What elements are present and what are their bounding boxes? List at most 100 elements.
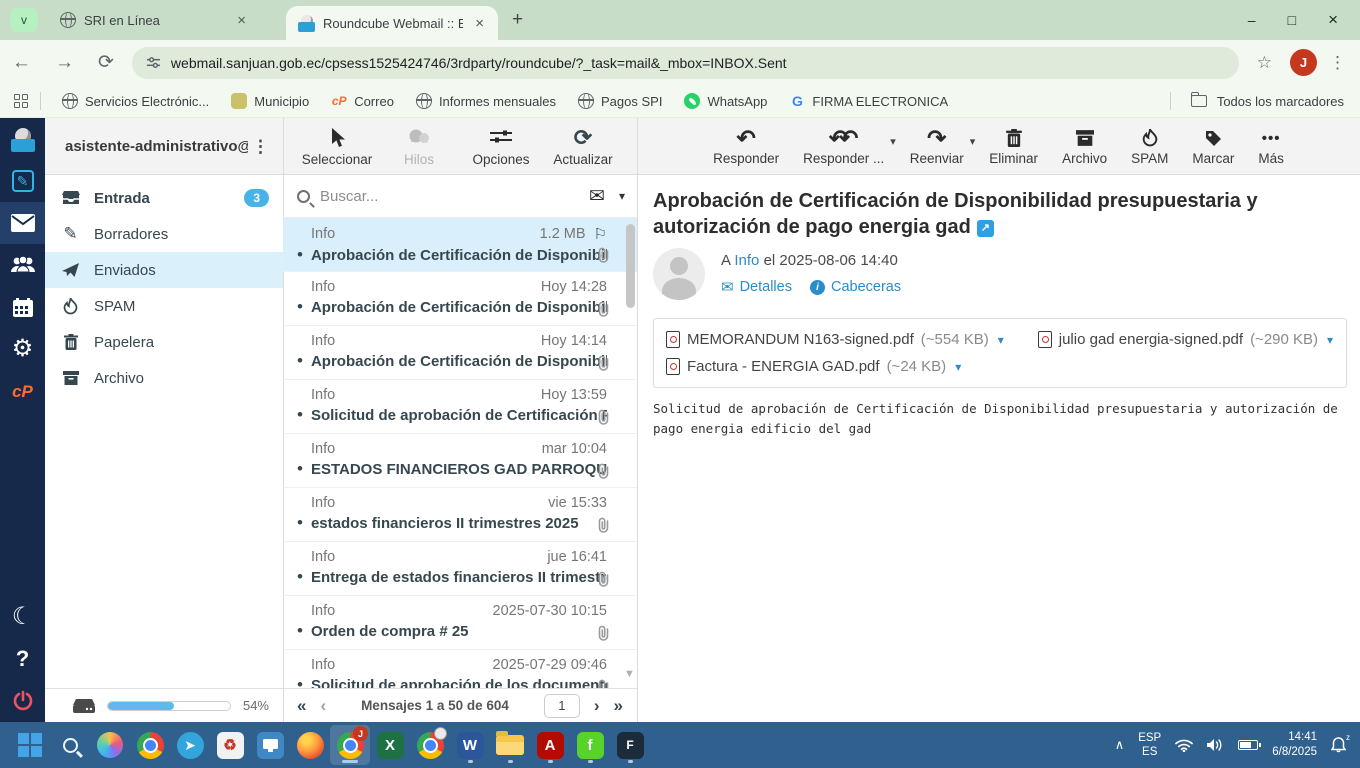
battery-icon[interactable] bbox=[1238, 740, 1262, 750]
chrome-profile-2-button[interactable] bbox=[410, 725, 450, 765]
apps-grid-icon[interactable] bbox=[14, 94, 28, 108]
message-row[interactable]: Info 2025-07-30 10:15 • Orden de compra # … bbox=[283, 596, 637, 650]
window-close-button[interactable]: × bbox=[1328, 10, 1338, 30]
bookmark-pagos-spi[interactable]: Pagos SPI bbox=[567, 93, 673, 109]
attachment-menu-caret-icon[interactable]: ▾ bbox=[998, 333, 1004, 347]
bookmark-correo[interactable]: cP Correo bbox=[320, 93, 405, 109]
taskbar-search-button[interactable] bbox=[50, 725, 90, 765]
bookmark-whatsapp[interactable]: WhatsApp bbox=[673, 93, 778, 109]
refresh-button[interactable]: ⟳ Actualizar bbox=[547, 125, 619, 167]
word-button[interactable]: W bbox=[450, 725, 490, 765]
excel-button[interactable]: X bbox=[370, 725, 410, 765]
folder-archivo[interactable]: Archivo bbox=[45, 360, 283, 396]
facturero-button[interactable]: f bbox=[570, 725, 610, 765]
notification-bell-icon[interactable]: z bbox=[1331, 733, 1350, 753]
folder-spam[interactable]: SPAM bbox=[45, 288, 283, 324]
message-row[interactable]: Info Hoy 14:14 • Aprobación de Certificaci… bbox=[283, 326, 637, 380]
tab-close-icon[interactable]: × bbox=[233, 12, 250, 29]
attachment-menu-caret-icon[interactable]: ▾ bbox=[955, 360, 961, 374]
message-row[interactable]: Info Hoy 14:28 • Aprobación de Certificaci… bbox=[283, 272, 637, 326]
spam-button[interactable]: SPAM bbox=[1121, 126, 1178, 166]
bookmark-servicios[interactable]: Servicios Electrónic... bbox=[51, 93, 220, 109]
bookmark-municipio[interactable]: Municipio bbox=[220, 93, 320, 109]
folder-enviados[interactable]: Enviados bbox=[45, 252, 283, 288]
message-row[interactable]: Info vie 15:33 • estados financieros II tr… bbox=[283, 488, 637, 542]
volume-icon[interactable] bbox=[1207, 738, 1224, 752]
address-bar[interactable]: webmail.sanjuan.gob.ec/cpsess1525424746/… bbox=[131, 46, 1239, 79]
tab-search-button[interactable]: v bbox=[10, 8, 38, 32]
window-minimize-button[interactable]: – bbox=[1248, 12, 1256, 28]
logout-button[interactable] bbox=[0, 680, 45, 722]
search-options-chevron-icon[interactable]: ▾ bbox=[619, 189, 625, 203]
forward-caret-icon[interactable]: ▾ bbox=[970, 135, 976, 148]
cpanel-button[interactable]: cP bbox=[0, 370, 45, 412]
forward-button[interactable]: ↷ Reenviar bbox=[900, 125, 974, 167]
chrome-button[interactable] bbox=[130, 725, 170, 765]
back-button[interactable]: ← bbox=[0, 52, 43, 74]
clock[interactable]: 14:41 6/8/2025 bbox=[1272, 730, 1317, 760]
attachment-name[interactable]: julio gad energia-signed.pdf bbox=[1059, 331, 1243, 348]
details-toggle[interactable]: ✉ Detalles bbox=[721, 278, 792, 296]
archive-button[interactable]: Archivo bbox=[1052, 126, 1117, 166]
forward-button[interactable]: → bbox=[43, 52, 86, 74]
search-input[interactable] bbox=[320, 187, 580, 205]
attachment-name[interactable]: MEMORANDUM N163-signed.pdf bbox=[687, 331, 914, 348]
calendar-nav-button[interactable] bbox=[0, 286, 45, 328]
bookmark-star-icon[interactable]: ☆ bbox=[1247, 53, 1282, 73]
select-button[interactable]: Seleccionar bbox=[301, 126, 373, 167]
reply-all-caret-icon[interactable]: ▾ bbox=[890, 135, 896, 148]
recipient-link[interactable]: Info bbox=[734, 252, 759, 269]
mark-button[interactable]: Marcar bbox=[1182, 126, 1244, 166]
page-number-input[interactable] bbox=[543, 693, 580, 718]
open-in-new-window-icon[interactable]: ↗ bbox=[976, 219, 994, 237]
message-row[interactable]: Info Hoy 13:59 • Solicitud de aprobación d… bbox=[283, 380, 637, 434]
account-menu-icon[interactable]: ⋮ bbox=[248, 135, 273, 159]
window-maximize-button[interactable]: □ bbox=[1288, 12, 1296, 28]
tray-expand-chevron-icon[interactable]: ∧ bbox=[1115, 737, 1125, 753]
attachment-name[interactable]: Factura - ENERGIA GAD.pdf bbox=[687, 358, 880, 375]
acrobat-button[interactable]: A bbox=[530, 725, 570, 765]
new-tab-button[interactable]: + bbox=[498, 9, 537, 31]
language-indicator[interactable]: ESP ES bbox=[1138, 731, 1161, 760]
attachment-item[interactable]: julio gad energia-signed.pdf (~290 KB) ▾ bbox=[1037, 326, 1333, 353]
headers-toggle[interactable]: i Cabeceras bbox=[809, 279, 901, 295]
delete-button[interactable]: Eliminar bbox=[979, 126, 1048, 166]
site-info-icon[interactable] bbox=[146, 55, 161, 70]
more-button[interactable]: ••• Más bbox=[1248, 126, 1294, 167]
copilot-button[interactable] bbox=[90, 725, 130, 765]
prev-page-button[interactable]: ‹ bbox=[320, 696, 326, 716]
compose-button[interactable]: ✎ bbox=[0, 160, 45, 202]
all-bookmarks-button[interactable]: Todos los marcadores bbox=[1169, 92, 1360, 110]
bookmark-informes[interactable]: Informes mensuales bbox=[405, 93, 567, 109]
reload-button[interactable]: ⟳ bbox=[86, 51, 126, 74]
tab-roundcube-webmail[interactable]: Roundcube Webmail :: Enviados × bbox=[286, 6, 498, 40]
tab-sri-en-linea[interactable]: SRI en Línea × bbox=[48, 3, 260, 37]
next-page-button[interactable]: › bbox=[594, 696, 600, 716]
folder-borradores[interactable]: ✎ Borradores bbox=[45, 216, 283, 252]
first-page-button[interactable]: « bbox=[297, 696, 306, 716]
reply-all-button[interactable]: ↶ ↶ Responder ... bbox=[793, 125, 894, 167]
folder-papelera[interactable]: Papelera bbox=[45, 324, 283, 360]
search-scope-envelope-icon[interactable]: ✉ bbox=[589, 185, 605, 208]
filezilla-button[interactable]: F bbox=[610, 725, 650, 765]
remote-desktop-button[interactable] bbox=[250, 725, 290, 765]
chrome-profile-j-button[interactable]: J bbox=[330, 725, 370, 765]
browser-profile-avatar[interactable]: J bbox=[1290, 49, 1317, 76]
help-button[interactable]: ? bbox=[0, 638, 45, 680]
list-scrollbar-down-icon[interactable]: ▼ bbox=[624, 668, 635, 680]
attachment-item[interactable]: MEMORANDUM N163-signed.pdf (~554 KB) ▾ bbox=[666, 326, 1004, 353]
dark-mode-button[interactable]: ☾ bbox=[0, 596, 45, 638]
reply-button[interactable]: ↶ Responder bbox=[703, 125, 789, 167]
attachment-menu-caret-icon[interactable]: ▾ bbox=[1327, 333, 1333, 347]
contacts-nav-button[interactable] bbox=[0, 244, 45, 286]
message-row[interactable]: Info 2025-07-29 09:46 • Solicitud de aprob… bbox=[283, 650, 637, 688]
firefox-button[interactable] bbox=[290, 725, 330, 765]
last-page-button[interactable]: » bbox=[614, 696, 623, 716]
file-explorer-button[interactable] bbox=[490, 725, 530, 765]
tab-close-icon[interactable]: × bbox=[471, 15, 488, 32]
mail-nav-button[interactable] bbox=[0, 202, 45, 244]
list-scrollbar-thumb[interactable] bbox=[626, 224, 635, 308]
message-row[interactable]: Info jue 16:41 • Entrega de estados financ… bbox=[283, 542, 637, 596]
recycle-app-button[interactable]: ♻ bbox=[210, 725, 250, 765]
options-button[interactable]: Opciones bbox=[465, 126, 537, 167]
